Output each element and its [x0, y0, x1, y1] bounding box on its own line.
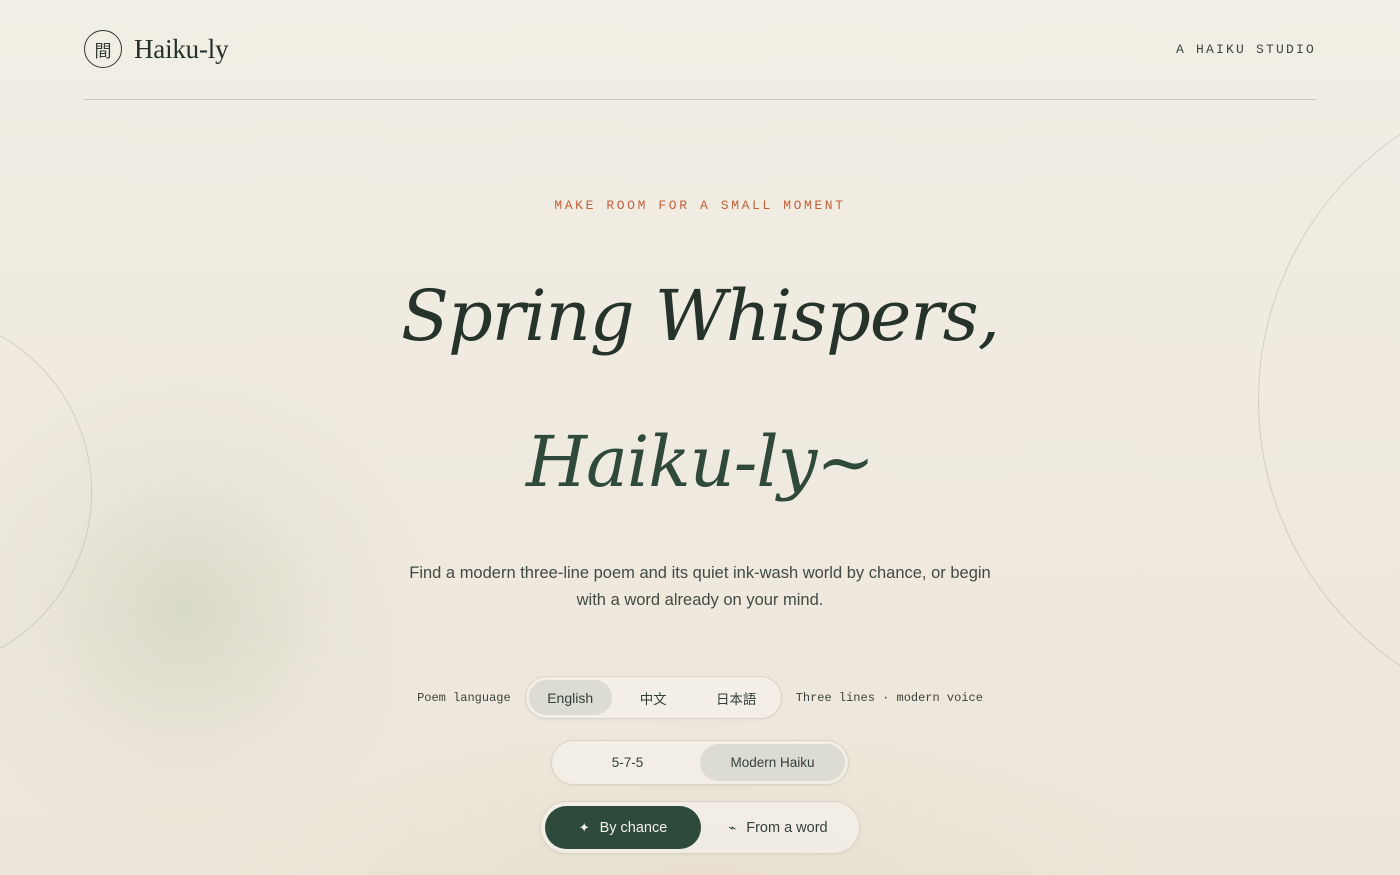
language-option-chinese[interactable]: 中文: [612, 680, 695, 715]
language-option-japanese[interactable]: 日本語: [695, 680, 778, 715]
language-switcher: English 中文 日本語: [524, 676, 782, 719]
hero-description: Find a modern three-line poem and its qu…: [409, 564, 991, 609]
from-a-word-label: From a word: [746, 819, 828, 836]
by-chance-button[interactable]: ✦ By chance: [545, 806, 701, 849]
hero-title-line-1: Spring Whispers,: [401, 275, 1000, 357]
by-chance-label: By chance: [599, 819, 668, 836]
language-row: Poem language English 中文 日本語 Three lines…: [0, 676, 1400, 719]
brand-name: Haiku-ly: [134, 33, 229, 64]
mode-row: ✦ By chance ⌁ From a word: [0, 801, 1400, 854]
studio-tagline: A HAIKU STUDIO: [1175, 42, 1316, 57]
language-option-english[interactable]: English: [528, 680, 612, 715]
style-row: 5-7-5 Modern Haiku: [0, 740, 1400, 785]
language-label: Poem language: [417, 690, 511, 705]
style-option-modern-haiku[interactable]: Modern Haiku: [700, 744, 845, 781]
brand-logo-link[interactable]: 間 Haiku-ly: [84, 30, 229, 68]
site-header: 間 Haiku-ly A HAIKU STUDIO: [84, 30, 1316, 100]
decorative-ring-right: [1258, 80, 1400, 720]
mode-switcher: ✦ By chance ⌁ From a word: [540, 801, 860, 854]
style-option-575[interactable]: 5-7-5: [555, 744, 700, 781]
hero-kicker: MAKE ROOM FOR A SMALL MOMENT: [554, 198, 846, 213]
sparkle-icon: ✦: [578, 819, 590, 835]
tilde-icon: ⌁: [728, 819, 737, 835]
from-a-word-button[interactable]: ⌁ From a word: [701, 806, 855, 849]
hero-title-line-2: Haiku-ly~: [526, 421, 875, 503]
seal-icon: 間: [84, 30, 122, 68]
style-switcher: 5-7-5 Modern Haiku: [551, 740, 849, 785]
language-note: Three lines · modern voice: [795, 690, 983, 705]
